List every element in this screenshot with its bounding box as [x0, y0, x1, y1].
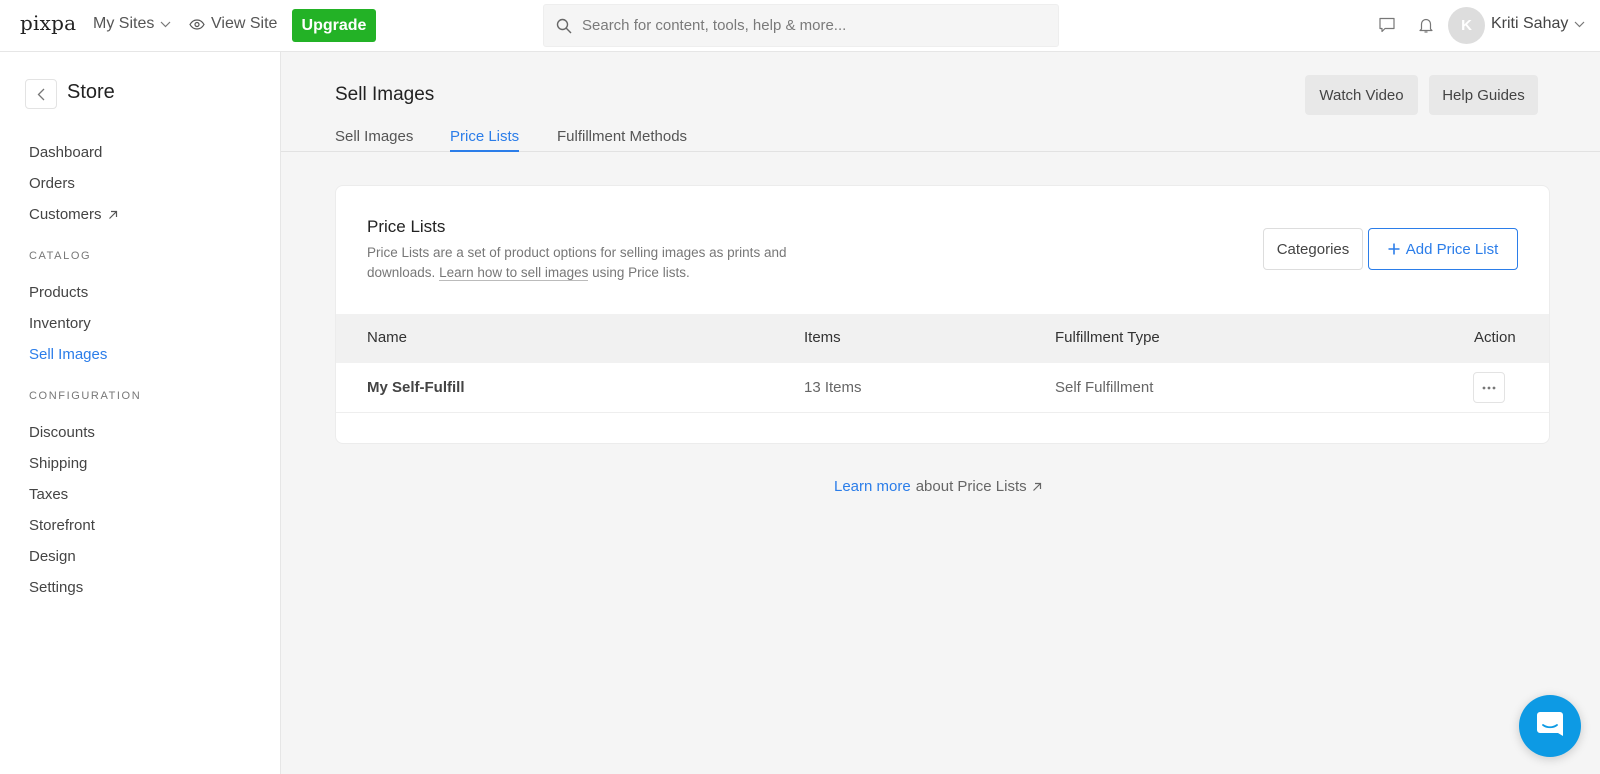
sidebar-item-shipping[interactable]: Shipping — [29, 455, 87, 472]
sidebar-item-label: Dashboard — [29, 144, 103, 161]
notifications-button[interactable] — [1415, 14, 1437, 36]
price-list-name[interactable]: My Self-Fulfill — [367, 379, 465, 396]
sidebar-item-customers[interactable]: Customers — [29, 206, 118, 223]
bell-icon — [1419, 18, 1433, 33]
sidebar-item-label: Inventory — [29, 315, 91, 332]
top-bar: pixpa My Sites View Site Upgrade K Kriti… — [0, 0, 1600, 52]
learn-how-link[interactable]: Learn how to sell images — [439, 265, 589, 281]
column-header-items[interactable]: Items — [804, 329, 841, 346]
tab-sell-images[interactable]: Sell Images — [335, 128, 413, 150]
column-header-fulfillment-type[interactable]: Fulfillment Type — [1055, 329, 1160, 346]
search-icon — [556, 18, 572, 33]
tab-bar: Sell Images Price Lists Fulfillment Meth… — [281, 124, 1600, 152]
column-header-action: Action — [1474, 329, 1516, 346]
sidebar-item-label: Sell Images — [29, 346, 108, 363]
chevron-down-icon — [1574, 21, 1585, 27]
sidebar-item-label: Orders — [29, 175, 75, 192]
eye-icon — [189, 18, 205, 30]
sidebar: Store Dashboard Orders Customers CATALOG… — [0, 52, 281, 774]
desc-text-after: using Price lists. — [588, 265, 690, 280]
back-button[interactable] — [25, 79, 57, 109]
chat-widget-button[interactable] — [1519, 695, 1581, 757]
sidebar-item-label: Customers — [29, 206, 102, 223]
categories-button[interactable]: Categories — [1263, 228, 1363, 270]
avatar[interactable]: K — [1448, 7, 1485, 44]
chevron-left-icon — [37, 88, 45, 100]
sidebar-item-orders[interactable]: Orders — [29, 175, 75, 192]
add-price-list-label: Add Price List — [1405, 240, 1499, 258]
message-icon — [1379, 17, 1395, 33]
external-link-icon — [108, 210, 117, 219]
table-row[interactable]: My Self-Fulfill 13 Items Self Fulfillmen… — [336, 363, 1549, 413]
chevron-down-icon — [160, 21, 171, 27]
watch-video-button[interactable]: Watch Video — [1305, 75, 1418, 115]
sidebar-item-label: Shipping — [29, 455, 88, 472]
plus-icon — [1388, 243, 1400, 255]
card-description: Price Lists are a set of product options… — [367, 243, 837, 283]
sidebar-item-label: Products — [29, 284, 89, 301]
sidebar-item-sell-images[interactable]: Sell Images — [29, 346, 107, 363]
price-list-fulfillment-type: Self Fulfillment — [1055, 379, 1154, 396]
user-menu[interactable]: Kriti Sahay — [1491, 15, 1585, 33]
external-link-icon — [1032, 482, 1041, 491]
table-header: Name Items Fulfillment Type Action — [336, 314, 1549, 363]
upgrade-button[interactable]: Upgrade — [292, 9, 376, 42]
sidebar-item-design[interactable]: Design — [29, 548, 76, 565]
sidebar-title: Store — [67, 81, 115, 103]
messages-button[interactable] — [1376, 14, 1398, 36]
sidebar-item-label: Design — [29, 548, 76, 565]
user-name: Kriti Sahay — [1491, 15, 1569, 32]
pixpa-logo[interactable]: pixpa — [20, 11, 76, 35]
sidebar-item-label: Settings — [29, 579, 84, 596]
row-actions-button[interactable] — [1473, 372, 1505, 403]
sidebar-item-discounts[interactable]: Discounts — [29, 424, 95, 441]
card-title: Price Lists — [367, 217, 446, 236]
my-sites-label: My Sites — [93, 15, 155, 32]
learn-more-footer: Learn more about Price Lists — [834, 478, 1042, 495]
help-guides-button[interactable]: Help Guides — [1429, 75, 1538, 115]
add-price-list-button[interactable]: Add Price List — [1368, 228, 1518, 270]
sidebar-item-label: Storefront — [29, 517, 95, 534]
search-input[interactable] — [582, 17, 1022, 34]
view-site-label: View Site — [211, 15, 278, 32]
learn-more-text: about Price Lists — [915, 478, 1027, 495]
sidebar-item-dashboard[interactable]: Dashboard — [29, 144, 102, 161]
price-list-items: 13 Items — [804, 379, 862, 396]
tab-price-lists[interactable]: Price Lists — [450, 128, 520, 152]
sidebar-item-products[interactable]: Products — [29, 284, 88, 301]
sidebar-item-storefront[interactable]: Storefront — [29, 517, 95, 534]
sidebar-item-label: Discounts — [29, 424, 95, 441]
page-title: Sell Images — [335, 84, 435, 105]
chat-icon — [1537, 712, 1563, 736]
more-horizontal-icon — [1482, 386, 1496, 389]
sidebar-item-taxes[interactable]: Taxes — [29, 486, 68, 503]
tab-fulfillment-methods[interactable]: Fulfillment Methods — [557, 128, 687, 150]
search-box[interactable] — [543, 4, 1059, 47]
configuration-heading: CONFIGURATION — [29, 390, 142, 402]
sidebar-item-label: Taxes — [29, 486, 69, 503]
catalog-heading: CATALOG — [29, 250, 92, 262]
price-lists-card: Price Lists Price Lists are a set of pro… — [335, 185, 1550, 444]
sidebar-item-settings[interactable]: Settings — [29, 579, 83, 596]
my-sites-dropdown[interactable]: My Sites — [93, 15, 171, 33]
column-header-name[interactable]: Name — [367, 329, 407, 346]
learn-more-link[interactable]: Learn more — [834, 478, 911, 495]
view-site-link[interactable]: View Site — [189, 15, 277, 33]
sidebar-item-inventory[interactable]: Inventory — [29, 315, 91, 332]
